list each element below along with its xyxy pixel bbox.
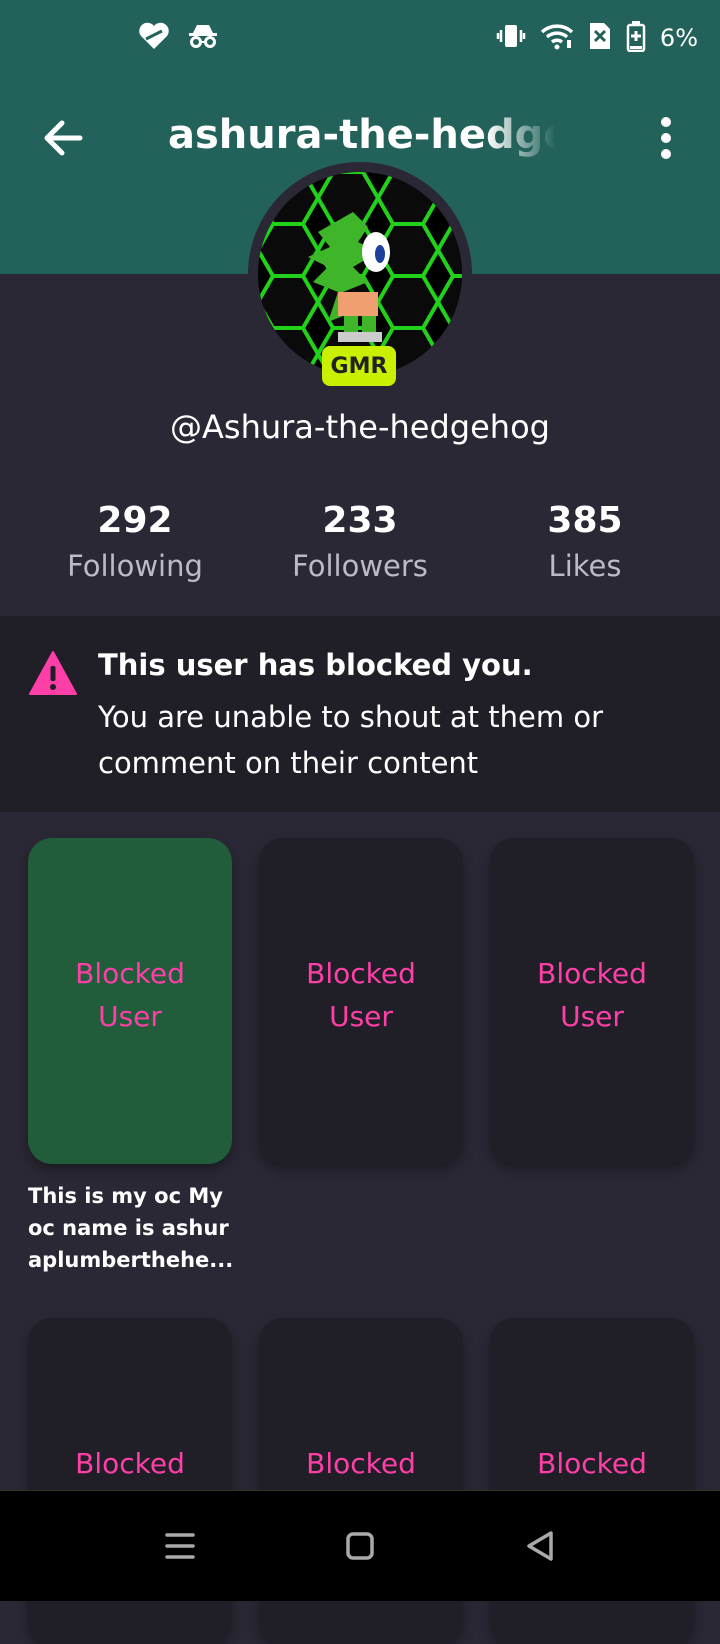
status-right-icons: 6% bbox=[496, 20, 698, 56]
home-icon bbox=[346, 1532, 374, 1560]
system-nav-bar bbox=[0, 1490, 720, 1601]
blocked-message: You are unable to shout at them or comme… bbox=[98, 700, 603, 780]
nav-back-button[interactable] bbox=[515, 1521, 565, 1571]
heart-icon bbox=[138, 22, 170, 54]
warning-icon bbox=[28, 650, 78, 696]
stat-likes[interactable]: 385 Likes bbox=[475, 500, 695, 583]
gmr-badge: GMR bbox=[322, 346, 396, 386]
status-left-icons bbox=[138, 22, 218, 54]
stat-followers[interactable]: 233 Followers bbox=[250, 500, 470, 583]
more-options-button[interactable] bbox=[654, 114, 678, 174]
home-button[interactable] bbox=[335, 1521, 385, 1571]
post-card[interactable]: Blocked User bbox=[28, 838, 232, 1164]
following-label: Following bbox=[67, 549, 203, 583]
card-label: Blocked bbox=[75, 1447, 185, 1480]
back-triangle-icon bbox=[527, 1531, 553, 1561]
wifi-icon bbox=[540, 22, 574, 54]
vibrate-icon bbox=[496, 21, 526, 55]
post-card[interactable]: Blocked User bbox=[259, 838, 463, 1164]
card-label: Blocked User bbox=[306, 957, 416, 1033]
battery-percentage: 6% bbox=[659, 24, 698, 52]
sim-off-icon bbox=[588, 21, 612, 55]
card-label: Blocked bbox=[537, 1447, 647, 1480]
arrow-back-icon bbox=[44, 120, 83, 156]
back-button[interactable] bbox=[40, 114, 88, 162]
following-count: 292 bbox=[97, 500, 173, 541]
incognito-icon bbox=[188, 23, 218, 53]
likes-label: Likes bbox=[548, 549, 622, 583]
post-card[interactable]: Blocked User bbox=[490, 838, 694, 1164]
status-bar: 6% bbox=[0, 0, 720, 76]
card-label: Blocked User bbox=[537, 957, 647, 1033]
card-label: Blocked bbox=[306, 1447, 416, 1480]
more-vertical-icon bbox=[661, 117, 671, 159]
recents-button[interactable] bbox=[155, 1521, 205, 1571]
recents-icon bbox=[165, 1533, 195, 1559]
user-handle: @Ashura-the-hedgehog bbox=[170, 408, 550, 446]
likes-count: 385 bbox=[547, 500, 623, 541]
card-label: Blocked User bbox=[75, 957, 185, 1033]
blocked-title: This user has blocked you. bbox=[98, 648, 533, 682]
battery-icon bbox=[626, 20, 646, 56]
followers-label: Followers bbox=[292, 549, 428, 583]
stat-following[interactable]: 292 Following bbox=[25, 500, 245, 583]
post-caption[interactable]: This is my oc My oc name is ashur aplumb… bbox=[28, 1180, 233, 1276]
followers-count: 233 bbox=[322, 500, 398, 541]
